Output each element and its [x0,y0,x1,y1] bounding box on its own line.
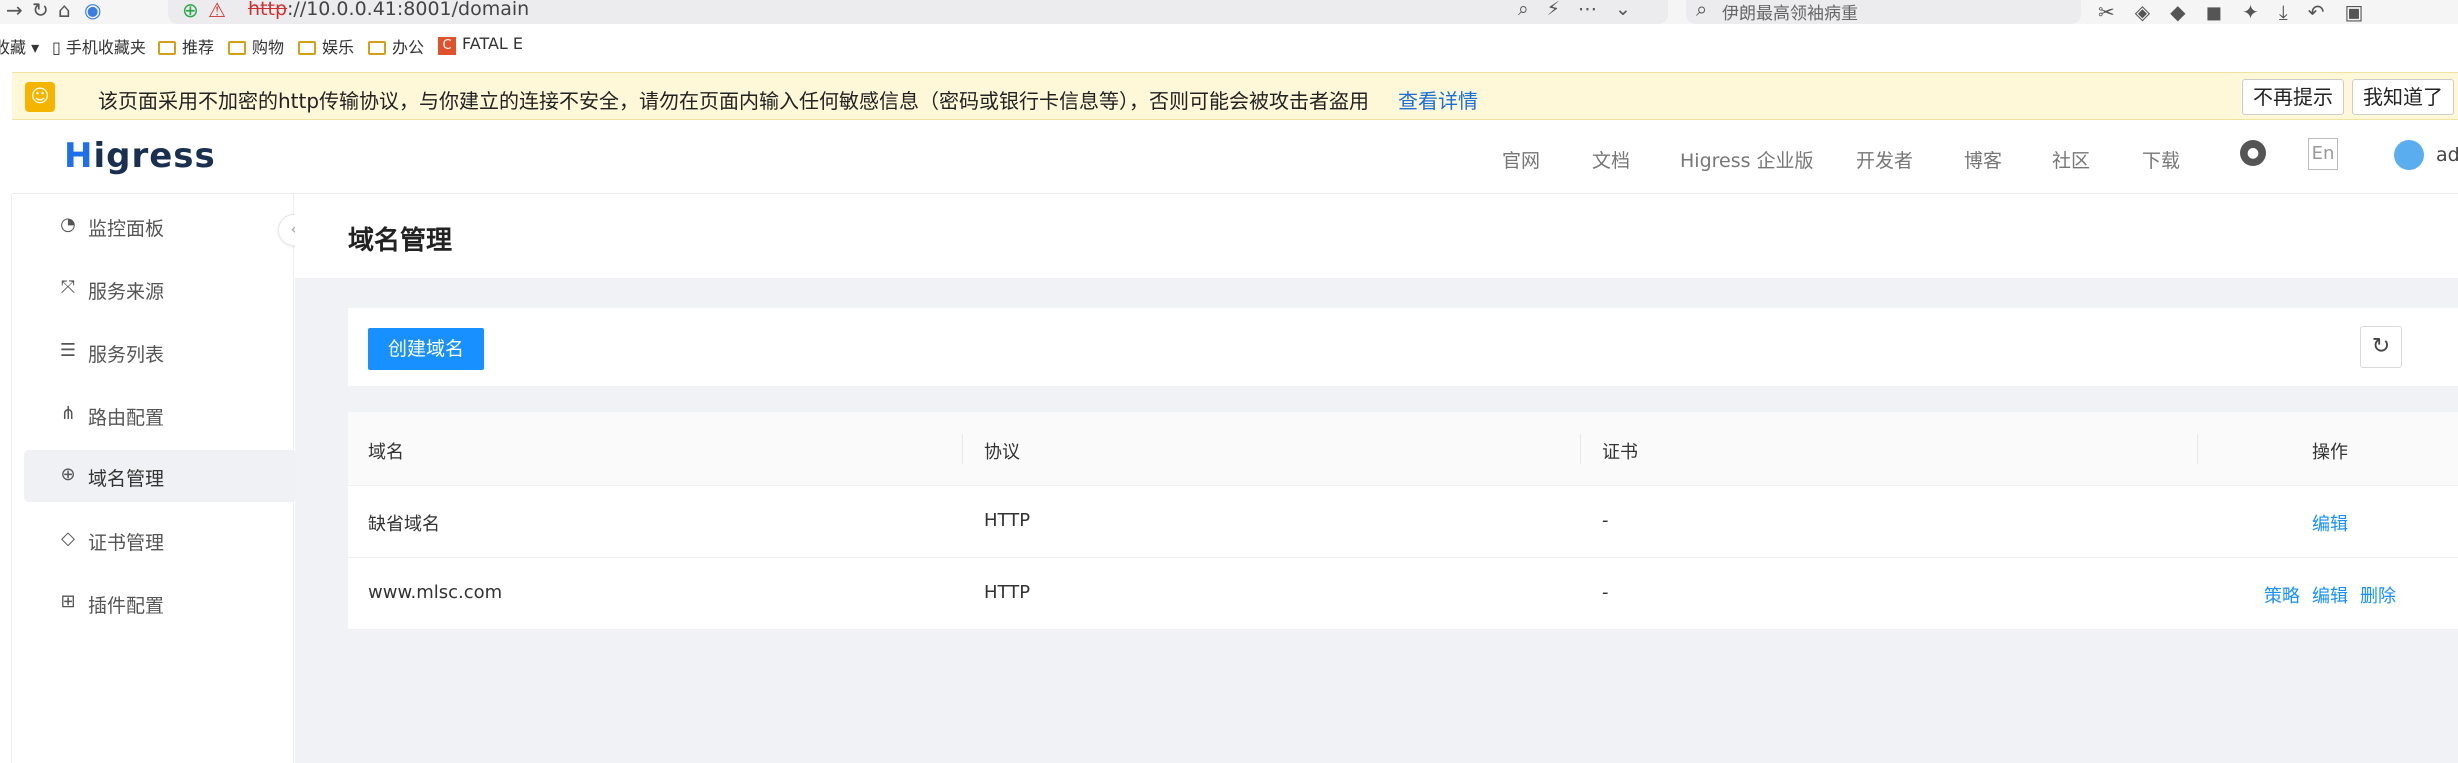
sidebar-item-service-list[interactable]: ☰ 服务列表 [24,326,296,378]
github-icon[interactable]: ● [2240,140,2266,166]
shield-plus-icon[interactable]: ⊕ [182,0,199,20]
edit-link[interactable]: 编辑 [2312,582,2348,608]
insecure-warning-bar: ☺ 该页面采用不加密的http传输协议，与你建立的连接不安全，请勿在页面内输入任… [12,72,2458,120]
bookmark-office[interactable]: 办公 [368,34,424,58]
refresh-button[interactable]: ↻ [2360,326,2402,368]
sidebar-item-label: 服务来源 [88,281,165,303]
dont-show-again-button[interactable]: 不再提示 [2242,79,2344,115]
create-domain-button[interactable]: 创建域名 [368,328,485,370]
cell-certificate: - [1602,510,1609,531]
route-icon: ⋔ [60,403,76,424]
bookmark-recommend[interactable]: 推荐 [158,34,214,58]
sidebar: ◔ 监控面板 ⤧ 服务来源 ☰ 服务列表 ⋔ 路由配置 ⊕ 域名管理 ◇ 证书管… [12,194,296,763]
plugin-icon: ⊞ [60,591,76,612]
browser-search-box[interactable]: ⌕ 伊朗最高领袖病重 [1686,0,2081,24]
column-divider [1580,434,1581,464]
sidebar-item-domain-management[interactable]: ⊕ 域名管理 [24,450,296,502]
column-divider [962,434,963,464]
url-text[interactable]: http://10.0.0.41:8001/domain [248,0,529,20]
folder-icon [228,41,246,55]
reload-icon[interactable]: ↻ [32,0,49,20]
policy-link[interactable]: 策略 [2264,582,2300,608]
address-bar[interactable]: ⊕ ⚠ http://10.0.0.41:8001/domain ⌕⚡⋯⌄ [168,0,1668,24]
table-row: www.mlsc.com HTTP - 策略 编辑 删除 [348,558,2458,630]
search-icon: ⌕ [1696,0,1708,21]
sidebar-item-label: 服务列表 [88,344,165,366]
ai-icon[interactable]: ◉ [84,0,101,20]
insecure-lock-icon[interactable]: ⚠ [208,0,226,20]
edit-link[interactable]: 编辑 [2312,510,2348,536]
c-logo-icon: C [438,37,456,55]
sidebar-item-cert-management[interactable]: ◇ 证书管理 [24,514,296,566]
bookmark-entertainment[interactable]: 娱乐 [298,34,354,58]
avatar[interactable] [2394,140,2424,170]
nav-download[interactable]: 下载 [2142,146,2180,173]
column-header-domain: 域名 [368,442,404,463]
cell-protocol: HTTP [984,510,1031,531]
cell-protocol: HTTP [984,582,1031,603]
folder-icon [158,41,176,55]
page-header: 域名管理 [295,194,2458,278]
folder-icon [298,41,316,55]
sidebar-item-label: 监控面板 [88,218,165,240]
home-icon[interactable]: ⌂ [58,0,71,20]
column-divider [2197,434,2198,464]
extension-icons[interactable]: ✂◈◆◼✦⤓↶▣ [2098,0,2383,24]
address-tools[interactable]: ⌕⚡⋯⌄ [1518,0,1649,20]
column-header-protocol: 协议 [984,442,1020,463]
sidebar-item-label: 插件配置 [88,595,165,617]
column-header-actions: 操作 [2312,442,2348,463]
warning-text: 该页面采用不加密的http传输协议，与你建立的连接不安全，请勿在页面内输入任何敏… [98,89,1370,113]
bookmark-favorites[interactable]: 收藏 ▾ [0,34,39,58]
list-icon: ☰ [59,340,77,361]
nav-developers[interactable]: 开发者 [1856,146,1913,173]
source-icon: ⤧ [60,277,76,298]
sidebar-item-route-config[interactable]: ⋔ 路由配置 [24,389,296,441]
language-toggle[interactable]: En [2308,138,2338,170]
refresh-icon: ↻ [2371,334,2391,359]
page-left-edge [0,194,12,763]
domain-table: 域名 协议 证书 操作 缺省域名 HTTP - 编辑 www.mlsc.com … [348,412,2458,630]
cell-domain: www.mlsc.com [368,582,503,603]
page-title: 域名管理 [348,226,453,256]
nav-enterprise[interactable]: Higress 企业版 [1680,146,1814,173]
folder-icon [368,41,386,55]
warning-face-icon: ☺ [25,82,55,112]
bookmark-fatal[interactable]: C FATAL E [438,34,523,55]
username[interactable]: ad [2436,144,2458,166]
higress-logo[interactable]: Higress [64,136,216,176]
bookmark-shopping[interactable]: 购物 [228,34,284,58]
cell-certificate: - [1602,582,1609,603]
table-row: 缺省域名 HTTP - 编辑 [348,486,2458,558]
sidebar-item-label: 域名管理 [88,468,165,490]
table-toolbar: 创建域名 ↻ [348,308,2458,386]
search-query[interactable]: 伊朗最高领袖病重 [1722,0,1858,24]
forward-icon[interactable]: → [6,0,23,20]
sidebar-item-label: 路由配置 [88,407,165,429]
nav-docs[interactable]: 文档 [1592,146,1630,173]
sidebar-item-service-sources[interactable]: ⤧ 服务来源 [24,263,296,315]
shield-icon: ◇ [61,528,75,549]
sidebar-item-label: 证书管理 [88,532,165,554]
nav-blog[interactable]: 博客 [1964,146,2002,173]
sidebar-item-dashboard[interactable]: ◔ 监控面板 [24,200,296,252]
nav-official-site[interactable]: 官网 [1502,146,1540,173]
cell-domain: 缺省域名 [368,514,440,535]
table-header: 域名 协议 证书 操作 [348,412,2458,486]
bookmark-mobile[interactable]: ▯ 手机收藏夹 [52,34,146,58]
globe-icon: ⊕ [60,464,76,485]
nav-community[interactable]: 社区 [2052,146,2090,173]
bookmarks-bar: 收藏 ▾ ▯ 手机收藏夹 推荐 购物 娱乐 办公 C FATAL E [0,24,2458,70]
main-content: 域名管理 创建域名 ↻ 域名 协议 证书 操作 缺省域名 HTTP - 编辑 w… [295,194,2458,763]
column-header-certificate: 证书 [1602,442,1638,463]
got-it-button[interactable]: 我知道了 [2352,79,2454,115]
browser-toolbar: → ↻ ⌂ ◉ ⊕ ⚠ http://10.0.0.41:8001/domain… [0,0,2458,24]
app-header: Higress 官网 文档 Higress 企业版 开发者 博客 社区 下载 ●… [12,120,2458,194]
delete-link[interactable]: 删除 [2360,582,2396,608]
dashboard-icon: ◔ [60,214,76,235]
warning-details-link[interactable]: 查看详情 [1398,85,1478,114]
sidebar-item-plugin-config[interactable]: ⊞ 插件配置 [24,577,296,629]
